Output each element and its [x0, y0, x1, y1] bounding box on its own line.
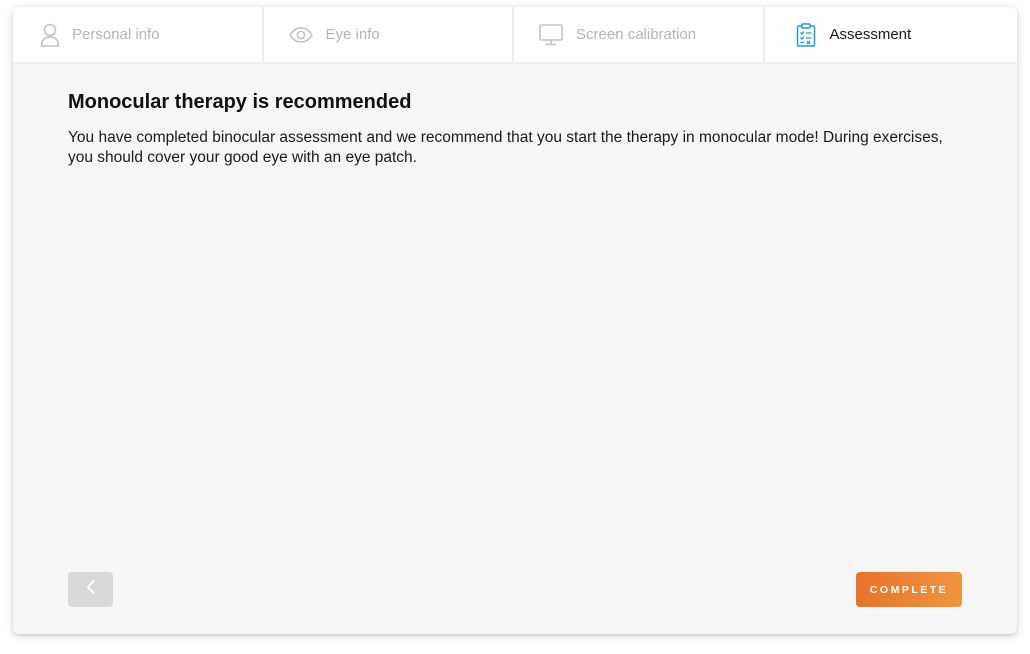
page-title: Monocular therapy is recommended — [68, 91, 412, 113]
step-screen-calibration[interactable]: Screen calibration — [514, 7, 765, 62]
person-icon — [38, 23, 62, 47]
step-eye-info[interactable]: Eye info — [264, 7, 514, 62]
step-tabs: Personal info Eye info Screen calibratio… — [13, 7, 1017, 62]
monitor-icon — [539, 23, 563, 47]
step-personal-info[interactable]: Personal info — [13, 7, 264, 62]
complete-button[interactable]: COMPLETE — [856, 572, 962, 607]
step-label: Personal info — [72, 26, 160, 43]
assessment-card: Personal info Eye info Screen calibratio… — [13, 7, 1017, 634]
eye-icon — [288, 23, 313, 47]
step-label: Assessment — [829, 26, 912, 43]
step-assessment[interactable]: Assessment — [765, 7, 1018, 62]
step-label: Screen calibration — [576, 26, 697, 43]
recommendation-text: You have completed binocular assessment … — [68, 129, 943, 166]
chevron-left-icon — [85, 579, 97, 600]
step-label: Eye info — [325, 26, 380, 43]
clipboard-icon — [794, 22, 818, 47]
back-button[interactable] — [68, 572, 113, 607]
